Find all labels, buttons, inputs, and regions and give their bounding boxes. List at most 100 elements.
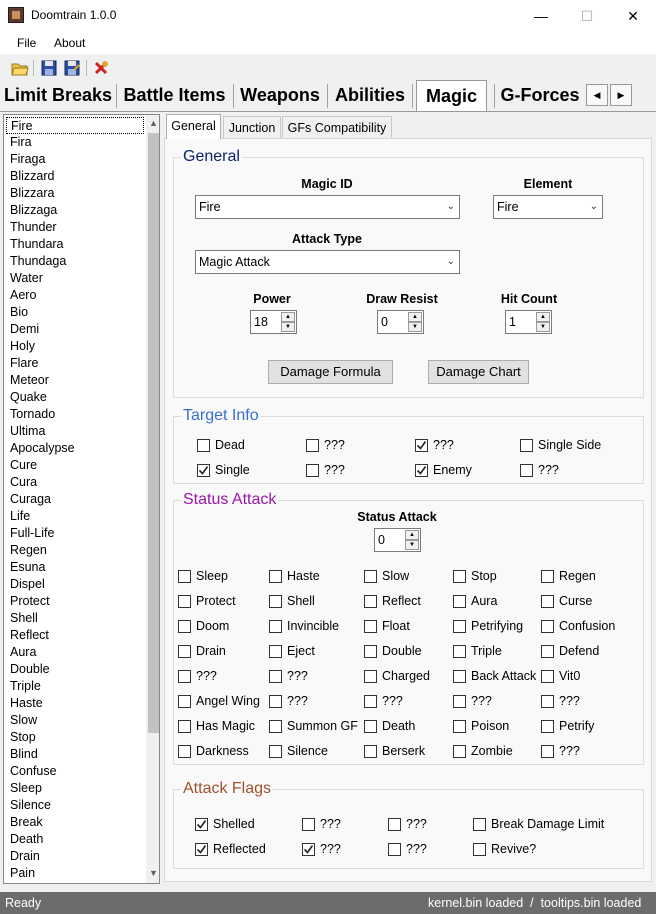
- tabs-scroll-right-button[interactable]: ▶: [610, 84, 632, 106]
- list-item[interactable]: Tornado: [6, 406, 144, 423]
- checkbox-unchecked[interactable]: [453, 695, 466, 708]
- checkbox-unchecked[interactable]: [453, 720, 466, 733]
- checkbox-unchecked[interactable]: [453, 595, 466, 608]
- subtab-junction[interactable]: Junction: [223, 116, 281, 138]
- list-item[interactable]: Blizzara: [6, 185, 144, 202]
- subtab-general[interactable]: General: [166, 114, 221, 139]
- checkbox-unchecked[interactable]: [197, 439, 210, 452]
- list-item[interactable]: Slow: [6, 712, 144, 729]
- checkbox-unchecked[interactable]: [473, 843, 486, 856]
- checkbox-checked[interactable]: [415, 464, 428, 477]
- list-item[interactable]: Bio: [6, 304, 144, 321]
- scroll-down-button[interactable]: ▼: [146, 865, 159, 882]
- list-item[interactable]: Thundaga: [6, 253, 144, 270]
- list-item[interactable]: Demi: [6, 321, 144, 338]
- checkbox-unchecked[interactable]: [541, 670, 554, 683]
- close-file-icon[interactable]: [92, 59, 110, 77]
- list-item[interactable]: Holy: [6, 338, 144, 355]
- list-item[interactable]: Blizzaga: [6, 202, 144, 219]
- list-item[interactable]: Meteor: [6, 372, 144, 389]
- open-folder-icon[interactable]: [11, 59, 29, 77]
- list-item[interactable]: Haste: [6, 695, 144, 712]
- list-item[interactable]: Life: [6, 508, 144, 525]
- checkbox-unchecked[interactable]: [269, 595, 282, 608]
- checkbox-unchecked[interactable]: [269, 645, 282, 658]
- damage-chart-button[interactable]: Damage Chart: [428, 360, 529, 384]
- list-item[interactable]: Protect: [6, 593, 144, 610]
- magic-id-combo[interactable]: Fire ⌄: [195, 195, 460, 219]
- list-item[interactable]: Aero: [6, 287, 144, 304]
- checkbox-unchecked[interactable]: [178, 720, 191, 733]
- attack-type-combo[interactable]: Magic Attack ⌄: [195, 250, 460, 274]
- checkbox-unchecked[interactable]: [541, 645, 554, 658]
- checkbox-unchecked[interactable]: [178, 645, 191, 658]
- checkbox-unchecked[interactable]: [269, 695, 282, 708]
- save-as-icon[interactable]: [63, 59, 81, 77]
- spin-down-icon[interactable]: ▼: [281, 322, 295, 332]
- list-item[interactable]: Cura: [6, 474, 144, 491]
- scroll-up-button[interactable]: ▲: [146, 115, 159, 132]
- list-item[interactable]: Aura: [6, 644, 144, 661]
- list-item[interactable]: Flare: [6, 355, 144, 372]
- list-item[interactable]: Silence: [6, 797, 144, 814]
- list-item[interactable]: Ultima: [6, 423, 144, 440]
- checkbox-unchecked[interactable]: [178, 595, 191, 608]
- tab-battle-items[interactable]: Battle Items: [119, 80, 230, 110]
- checkbox-unchecked[interactable]: [178, 670, 191, 683]
- spin-up-icon[interactable]: ▲: [281, 312, 295, 322]
- list-item[interactable]: Death: [6, 831, 144, 848]
- checkbox-unchecked[interactable]: [453, 670, 466, 683]
- checkbox-unchecked[interactable]: [364, 745, 377, 758]
- subtab-gfs-compatibility[interactable]: GFs Compatibility: [282, 116, 392, 138]
- checkbox-unchecked[interactable]: [364, 720, 377, 733]
- element-combo[interactable]: Fire ⌄: [493, 195, 603, 219]
- list-item[interactable]: Double: [6, 661, 144, 678]
- spin-up-icon[interactable]: ▲: [536, 312, 550, 322]
- checkbox-unchecked[interactable]: [178, 620, 191, 633]
- list-item[interactable]: Esuna: [6, 559, 144, 576]
- list-item[interactable]: Fire: [6, 117, 144, 134]
- list-item[interactable]: Pain: [6, 865, 144, 882]
- checkbox-unchecked[interactable]: [541, 620, 554, 633]
- checkbox-unchecked[interactable]: [473, 818, 486, 831]
- list-item[interactable]: Full-Life: [6, 525, 144, 542]
- checkbox-unchecked[interactable]: [541, 595, 554, 608]
- list-item[interactable]: Curaga: [6, 491, 144, 508]
- checkbox-unchecked[interactable]: [302, 818, 315, 831]
- draw-resist-spinner[interactable]: 0 ▲ ▼: [377, 310, 424, 334]
- checkbox-unchecked[interactable]: [453, 745, 466, 758]
- checkbox-unchecked[interactable]: [541, 720, 554, 733]
- checkbox-unchecked[interactable]: [541, 570, 554, 583]
- hit-count-spinner[interactable]: 1 ▲ ▼: [505, 310, 552, 334]
- list-item[interactable]: Firaga: [6, 151, 144, 168]
- checkbox-unchecked[interactable]: [453, 645, 466, 658]
- checkbox-unchecked[interactable]: [269, 720, 282, 733]
- list-item[interactable]: Reflect: [6, 627, 144, 644]
- list-item[interactable]: Shell: [6, 610, 144, 627]
- checkbox-unchecked[interactable]: [178, 570, 191, 583]
- checkbox-checked[interactable]: [415, 439, 428, 452]
- checkbox-unchecked[interactable]: [388, 818, 401, 831]
- checkbox-checked[interactable]: [195, 818, 208, 831]
- checkbox-unchecked[interactable]: [269, 745, 282, 758]
- list-item[interactable]: Sleep: [6, 780, 144, 797]
- list-scrollbar[interactable]: ▲ ▼: [146, 115, 159, 883]
- list-item[interactable]: Fira: [6, 134, 144, 151]
- list-item[interactable]: Dispel: [6, 576, 144, 593]
- list-item[interactable]: Blizzard: [6, 168, 144, 185]
- spin-up-icon[interactable]: ▲: [405, 530, 419, 540]
- checkbox-unchecked[interactable]: [541, 745, 554, 758]
- maximize-button[interactable]: ☐: [564, 0, 610, 32]
- status-attack-spinner[interactable]: 0 ▲ ▼: [374, 528, 421, 552]
- list-item[interactable]: Apocalypse: [6, 440, 144, 457]
- checkbox-unchecked[interactable]: [520, 439, 533, 452]
- checkbox-unchecked[interactable]: [269, 620, 282, 633]
- spin-down-icon[interactable]: ▼: [405, 540, 419, 550]
- save-icon[interactable]: [40, 59, 58, 77]
- checkbox-unchecked[interactable]: [541, 695, 554, 708]
- tab-abilities[interactable]: Abilities: [331, 80, 409, 110]
- list-item[interactable]: Triple: [6, 678, 144, 695]
- power-spinner[interactable]: 18 ▲ ▼: [250, 310, 297, 334]
- checkbox-unchecked[interactable]: [269, 570, 282, 583]
- minimize-button[interactable]: —: [518, 0, 564, 32]
